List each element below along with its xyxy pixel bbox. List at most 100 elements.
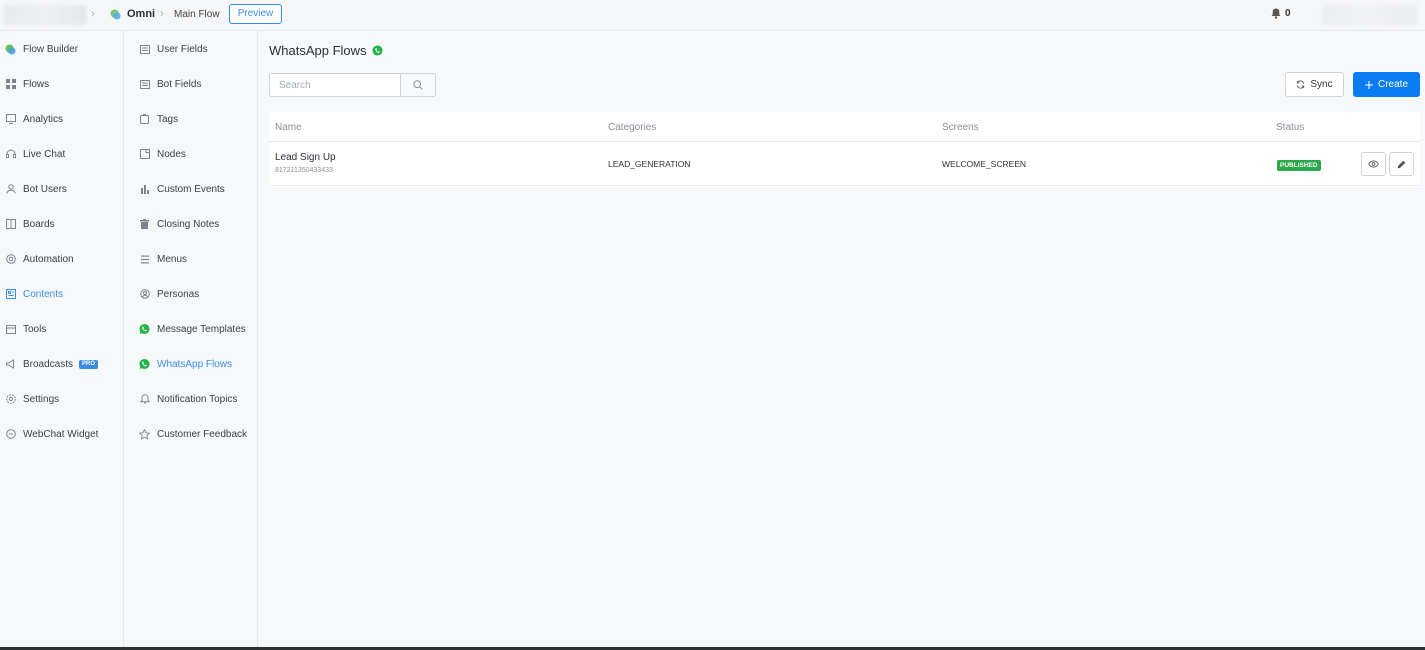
sidebar-item-bot-fields[interactable]: Bot Fields: [124, 74, 201, 94]
flows-table: Name Categories Screens Status Lead Sign…: [269, 112, 1420, 187]
board-icon: [5, 219, 16, 230]
sidebar-item-label: Notification Topics: [157, 393, 238, 405]
whatsapp-icon: [139, 323, 150, 335]
sidebar-item-boards[interactable]: Boards: [0, 214, 55, 234]
sidebar-item-automation[interactable]: Automation: [0, 249, 74, 269]
sidebar-item-live-chat[interactable]: Live Chat: [0, 144, 65, 164]
sidebar-item-label: WhatsApp Flows: [157, 358, 233, 370]
table-row: Lead Sign Up 817211350433433 LEAD_GENERA…: [269, 143, 1420, 186]
sidebar-item-whatsapp-flows[interactable]: WhatsApp Flows: [124, 354, 232, 374]
contents-icon: [5, 289, 16, 300]
main-sidebar: Flow Builder Flows Analytics Live Chat B…: [0, 31, 124, 650]
user-icon: [5, 184, 16, 195]
plus-icon: [1364, 80, 1373, 89]
bar-chart-icon: [139, 184, 150, 195]
flow-id-cell: 817211350433433: [275, 167, 333, 174]
sidebar-item-settings[interactable]: Settings: [0, 389, 59, 409]
sidebar-item-tools[interactable]: Tools: [0, 319, 46, 339]
sidebar-item-contents[interactable]: Contents: [0, 284, 63, 304]
page-title-text: WhatsApp Flows: [269, 43, 367, 58]
sidebar-item-label: Custom Events: [157, 183, 225, 195]
sidebar-item-tags[interactable]: Tags: [124, 109, 178, 129]
sidebar-item-bot-users[interactable]: Bot Users: [0, 179, 67, 199]
pro-badge: PRO: [79, 359, 99, 369]
sidebar-item-flows[interactable]: Flows: [0, 74, 49, 94]
flow-builder-icon: [5, 43, 16, 55]
view-button[interactable]: [1361, 152, 1386, 176]
page-title: WhatsApp Flows: [269, 43, 383, 58]
flow-name[interactable]: Main Flow: [174, 9, 220, 20]
search-input[interactable]: [269, 73, 400, 97]
sidebar-item-broadcasts[interactable]: Broadcasts PRO: [0, 354, 99, 374]
whatsapp-icon: [139, 358, 150, 370]
sidebar-item-label: Tools: [23, 323, 47, 335]
field-icon: [139, 79, 150, 90]
search-icon: [413, 80, 423, 90]
preview-button[interactable]: Preview: [229, 4, 282, 24]
sidebar-item-label: Menus: [157, 253, 188, 265]
sidebar-item-label: Personas: [157, 288, 200, 300]
sync-label: Sync: [1310, 79, 1333, 90]
eye-icon: [1368, 160, 1379, 168]
persona-icon: [139, 289, 150, 300]
megaphone-icon: [5, 359, 16, 370]
column-header-screens: Screens: [942, 122, 979, 133]
chevron-right-icon: ›: [160, 8, 164, 20]
trash-icon: [139, 219, 150, 230]
sidebar-item-label: Analytics: [23, 113, 64, 125]
create-label: Create: [1377, 79, 1408, 90]
sidebar-item-label: Broadcasts: [23, 358, 74, 370]
top-bar: › Omni › Main Flow Preview 0: [0, 0, 1425, 31]
chart-icon: [5, 114, 16, 125]
sidebar-item-menus[interactable]: Menus: [124, 249, 187, 269]
headset-icon: [5, 149, 16, 160]
sidebar-item-flow-builder[interactable]: Flow Builder: [0, 39, 78, 59]
sidebar-item-label: WebChat Widget: [23, 428, 99, 440]
status-badge: PUBLISHED: [1277, 160, 1321, 171]
bell-icon: [139, 394, 150, 405]
sidebar-item-label: Message Templates: [157, 323, 246, 335]
grid-icon: [5, 79, 16, 90]
field-icon: [139, 44, 150, 55]
user-menu[interactable]: [1322, 5, 1417, 25]
column-header-name: Name: [275, 122, 302, 133]
sidebar-item-personas[interactable]: Personas: [124, 284, 199, 304]
chat-bubble-icon: [5, 429, 16, 440]
automation-icon: [5, 254, 16, 265]
column-header-categories: Categories: [608, 122, 657, 133]
sidebar-item-customer-feedback[interactable]: Customer Feedback: [124, 424, 247, 444]
chevron-right-icon: ›: [91, 8, 95, 20]
sidebar-item-message-templates[interactable]: Message Templates: [124, 319, 246, 339]
sidebar-item-label: Contents: [23, 288, 64, 300]
create-button[interactable]: Create: [1353, 72, 1420, 97]
sidebar-item-label: Bot Users: [23, 183, 67, 195]
sidebar-item-notification-topics[interactable]: Notification Topics: [124, 389, 237, 409]
column-header-status: Status: [1276, 122, 1305, 133]
sync-button[interactable]: Sync: [1285, 72, 1344, 97]
sidebar-item-analytics[interactable]: Analytics: [0, 109, 63, 129]
sidebar-item-nodes[interactable]: Nodes: [124, 144, 186, 164]
edit-button[interactable]: [1389, 152, 1414, 176]
sidebar-item-closing-notes[interactable]: Closing Notes: [124, 214, 219, 234]
sidebar-item-user-fields[interactable]: User Fields: [124, 39, 208, 59]
bell-icon: [1271, 8, 1281, 19]
sidebar-item-label: Customer Feedback: [157, 428, 248, 440]
main-content: WhatsApp Flows Sync Create Name Categori…: [258, 31, 1425, 650]
contents-sidebar: User Fields Bot Fields Tags Nodes Custom…: [124, 31, 258, 650]
search-button[interactable]: [400, 73, 436, 97]
bot-logo-icon: [110, 9, 121, 20]
sidebar-item-label: Flow Builder: [23, 43, 79, 55]
notifications[interactable]: 0: [1271, 8, 1291, 19]
sync-icon: [1297, 80, 1305, 89]
sidebar-item-label: Settings: [23, 393, 60, 405]
sidebar-item-webchat-widget[interactable]: WebChat Widget: [0, 424, 98, 444]
node-icon: [139, 149, 150, 160]
sidebar-item-label: Boards: [23, 218, 55, 230]
notification-count: 0: [1285, 8, 1291, 19]
sidebar-item-label: Tags: [157, 113, 179, 125]
screens-cell: WELCOME_SCREEN: [942, 159, 1027, 169]
workspace-switcher[interactable]: [4, 5, 86, 25]
category-cell: LEAD_GENERATION: [608, 159, 691, 169]
sidebar-item-custom-events[interactable]: Custom Events: [124, 179, 225, 199]
bot-name[interactable]: Omni: [127, 8, 155, 20]
